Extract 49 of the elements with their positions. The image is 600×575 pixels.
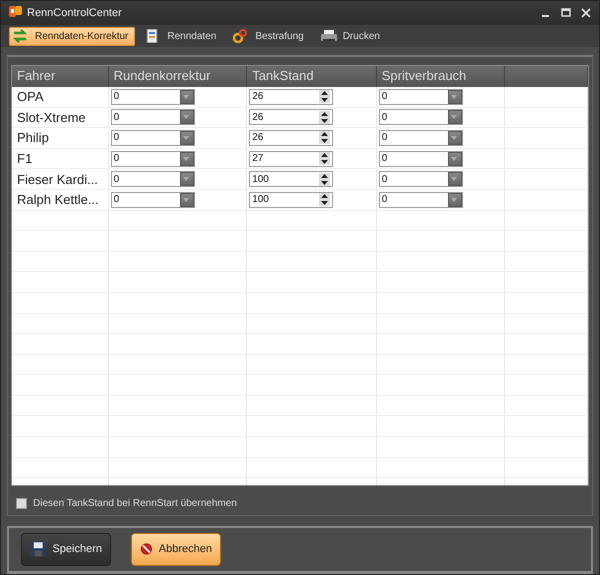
tab[interactable]: Renndaten xyxy=(141,26,224,46)
number-field[interactable]: 26 xyxy=(249,130,334,146)
close-icon[interactable] xyxy=(581,8,591,18)
dropdown-field[interactable]: 0 xyxy=(110,192,195,208)
spinner-icon[interactable] xyxy=(319,172,330,186)
column-header: TankStand xyxy=(247,66,377,87)
spinner-icon[interactable] xyxy=(319,131,330,144)
column-header: Rundenkorrektur xyxy=(108,66,248,87)
dropdown-field[interactable]: 0 xyxy=(110,150,195,167)
dropdown-field[interactable]: 0 xyxy=(110,88,195,105)
column-header: Fahrer xyxy=(12,66,109,87)
number-field[interactable]: 26 xyxy=(249,88,334,105)
gears-icon xyxy=(233,29,250,44)
number-field[interactable]: 100 xyxy=(249,171,334,188)
dropdown-field[interactable]: 0 xyxy=(378,88,463,105)
number-field[interactable]: 26 xyxy=(249,109,334,126)
tab[interactable]: Bestrafung xyxy=(229,26,311,46)
swap-arrows-icon xyxy=(13,29,29,44)
save-button[interactable]: Speichern xyxy=(21,532,111,566)
spinner-icon[interactable] xyxy=(319,193,330,206)
spinner-icon[interactable] xyxy=(319,90,330,104)
table-cell-text: OPA xyxy=(16,89,44,104)
dropdown-field[interactable]: 0 xyxy=(378,150,463,167)
window-title: RennControlCenter xyxy=(27,7,123,20)
tab[interactable]: Renndaten-Korrektur xyxy=(9,26,136,46)
dropdown-field[interactable]: 0 xyxy=(110,130,195,146)
dropdown-field[interactable]: 0 xyxy=(110,171,195,188)
number-field[interactable]: 27 xyxy=(249,150,334,167)
checkbox[interactable] xyxy=(16,498,27,509)
dropdown-field[interactable]: 0 xyxy=(110,109,195,126)
checkbox-label: Diesen TankStand bei RennStart übernehmen xyxy=(33,498,237,509)
number-field[interactable]: 100 xyxy=(249,192,334,208)
dropdown-field[interactable]: 0 xyxy=(378,192,463,208)
dropdown-field[interactable]: 0 xyxy=(378,130,463,146)
table-cell-text: Ralph Kettle... xyxy=(16,192,99,208)
table-cell-text: Philip xyxy=(16,130,49,146)
tab[interactable]: Drucken xyxy=(316,26,387,46)
table-cell-text: Slot-Xtreme xyxy=(16,110,86,125)
cancel-button[interactable]: Abbrechen xyxy=(131,532,221,566)
table-cell-text: Fieser Kardi... xyxy=(16,172,98,187)
dropdown-field[interactable]: 0 xyxy=(378,171,463,188)
dropdown-field[interactable]: 0 xyxy=(378,109,463,126)
printer-icon xyxy=(320,29,337,44)
maximize-icon[interactable] xyxy=(561,8,571,18)
spinner-icon[interactable] xyxy=(319,152,330,166)
table-cell-text: F1 xyxy=(16,151,32,166)
logo-icon xyxy=(9,5,23,18)
spinner-icon[interactable] xyxy=(319,110,330,124)
column-header: Spritverbrauch xyxy=(376,66,506,87)
